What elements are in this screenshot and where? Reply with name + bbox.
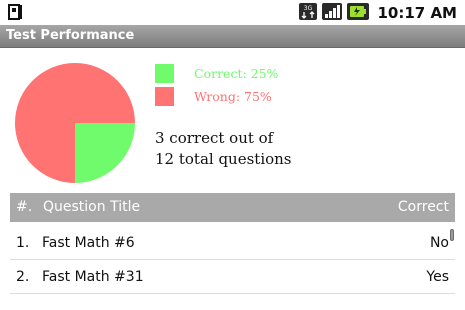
data-3g-icon: 3G (298, 2, 318, 25)
title-bar: Test Performance (0, 25, 465, 48)
system-icons: 3G (298, 2, 370, 25)
pie-chart (14, 62, 136, 184)
legend-label-wrong: Wrong: 75% (194, 88, 272, 104)
score-summary: 3 correct out of 12 total questions (155, 128, 292, 170)
legend-item-correct: Correct: 25% (155, 63, 278, 83)
notification-icon[interactable] (8, 4, 22, 24)
svg-text:3G: 3G (304, 5, 313, 12)
correct-value: No (429, 235, 449, 251)
column-header-number: #. (16, 199, 33, 215)
row-number: 1. (16, 235, 30, 251)
legend-swatch-correct (155, 63, 174, 83)
summary-line-2: 12 total questions (155, 150, 292, 168)
table-row[interactable]: 2. Fast Math #31 Yes (10, 261, 455, 294)
question-title: Fast Math #6 (42, 235, 135, 251)
table-header: #. Question Title Correct (10, 193, 455, 222)
correct-value: Yes (426, 269, 449, 285)
summary-line-1: 3 correct out of (155, 129, 274, 147)
legend-swatch-wrong (155, 86, 174, 106)
signal-icon (321, 2, 343, 25)
column-header-title: Question Title (43, 199, 141, 215)
pie-slice-correct (75, 123, 135, 183)
clock: 10:17 AM (377, 4, 457, 22)
screen: 3G 10:17 AM Test Performance Correct: 25… (0, 0, 465, 310)
scrollbar[interactable] (450, 229, 454, 241)
page-title: Test Performance (6, 28, 135, 43)
battery-charging-icon (346, 2, 370, 25)
legend-item-wrong: Wrong: 75% (155, 86, 278, 106)
question-title: Fast Math #31 (42, 269, 144, 285)
row-number: 2. (16, 269, 30, 285)
column-header-correct: Correct (397, 199, 449, 215)
legend-label-correct: Correct: 25% (194, 65, 279, 81)
chart-legend: Correct: 25% Wrong: 75% (155, 63, 278, 109)
status-bar: 3G 10:17 AM (0, 0, 465, 25)
table-row[interactable]: 1. Fast Math #6 No (10, 227, 455, 260)
